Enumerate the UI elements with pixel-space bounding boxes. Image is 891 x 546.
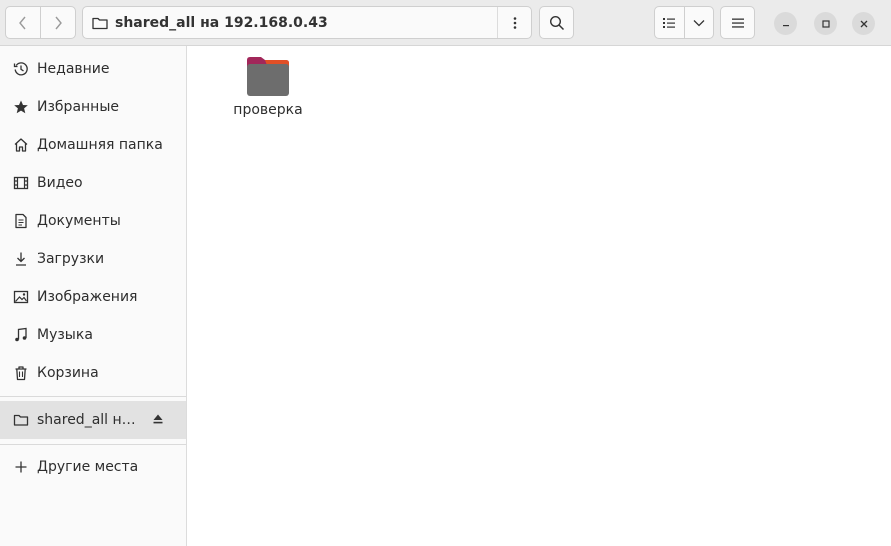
file-view: проверка	[188, 46, 891, 546]
search-icon	[549, 15, 564, 30]
path-crumb[interactable]: shared_all на 192.168.0.43	[83, 7, 497, 38]
chevron-right-icon	[55, 16, 62, 29]
sidebar-item-other-locations[interactable]: Другие места	[0, 448, 186, 486]
clock-icon	[12, 60, 30, 78]
download-icon	[12, 250, 30, 268]
sidebar-item-music[interactable]: Музыка	[0, 316, 186, 354]
sidebar-item-trash[interactable]: Корзина	[0, 354, 186, 392]
path-bar: shared_all на 192.168.0.43	[82, 6, 532, 39]
trash-icon	[12, 364, 30, 382]
path-menu-button[interactable]	[497, 7, 531, 38]
sidebar-item-recent[interactable]: Недавние	[0, 50, 186, 88]
search-button[interactable]	[539, 6, 574, 39]
folder-item[interactable]: проверка	[228, 54, 308, 124]
view-toggle-group	[654, 6, 714, 39]
sidebar-divider	[0, 396, 186, 397]
header-bar: shared_all на 192.168.0.43	[0, 0, 891, 46]
path-location: shared_all на 192.168.0.43	[115, 14, 328, 31]
close-icon	[860, 20, 867, 27]
chevron-left-icon	[19, 16, 26, 29]
sidebar-item-network-mount[interactable]: shared_all на 192.168.0.43	[0, 401, 186, 439]
sidebar-item-downloads[interactable]: Загрузки	[0, 240, 186, 278]
folder-icon	[247, 57, 289, 96]
film-icon	[12, 174, 30, 192]
maximize-button[interactable]	[814, 12, 837, 35]
sidebar-item-label: Изображения	[37, 289, 138, 305]
star-icon	[12, 98, 30, 116]
sidebar-item-label: Другие места	[37, 459, 139, 475]
sidebar-item-label: shared_all на 192.168.0.43	[37, 412, 137, 428]
sidebar-item-documents[interactable]: Документы	[0, 202, 186, 240]
vertical-dots-icon	[513, 16, 516, 29]
image-icon	[12, 288, 30, 306]
sidebar-item-pictures[interactable]: Изображения	[0, 278, 186, 316]
sidebar-item-label: Домашняя папка	[37, 137, 163, 153]
document-icon	[12, 212, 30, 230]
close-button[interactable]	[852, 12, 875, 35]
network-folder-icon	[92, 17, 108, 29]
sidebar-item-videos[interactable]: Видео	[0, 164, 186, 202]
minimize-button[interactable]	[774, 12, 797, 35]
navigation-buttons	[5, 6, 76, 39]
sidebar: Недавние Избранные Домашняя папка Видео …	[0, 46, 187, 546]
sidebar-item-home[interactable]: Домашняя папка	[0, 126, 186, 164]
hamburger-menu-icon	[731, 18, 744, 28]
list-view-button[interactable]	[655, 7, 684, 38]
eject-icon[interactable]	[152, 413, 164, 429]
sidebar-item-label: Корзина	[37, 365, 99, 381]
minimize-icon	[782, 24, 789, 26]
chevron-down-icon	[693, 19, 705, 26]
list-view-icon	[663, 17, 676, 28]
sidebar-item-label: Избранные	[37, 99, 119, 115]
sidebar-item-label: Музыка	[37, 327, 93, 343]
sidebar-item-label: Недавние	[37, 61, 110, 77]
sidebar-item-label: Загрузки	[37, 251, 105, 267]
sidebar-divider	[0, 444, 186, 445]
folder-label: проверка	[233, 102, 303, 118]
plus-icon	[12, 458, 30, 476]
network-folder-icon	[12, 411, 30, 429]
sidebar-item-starred[interactable]: Избранные	[0, 88, 186, 126]
sidebar-item-label: Документы	[37, 213, 121, 229]
home-icon	[12, 136, 30, 154]
music-icon	[12, 326, 30, 344]
forward-button[interactable]	[40, 7, 75, 38]
main-menu-button[interactable]	[720, 6, 755, 39]
sidebar-item-label: Видео	[37, 175, 83, 191]
view-options-dropdown[interactable]	[683, 7, 714, 38]
maximize-icon	[821, 19, 830, 28]
back-button[interactable]	[6, 7, 40, 38]
